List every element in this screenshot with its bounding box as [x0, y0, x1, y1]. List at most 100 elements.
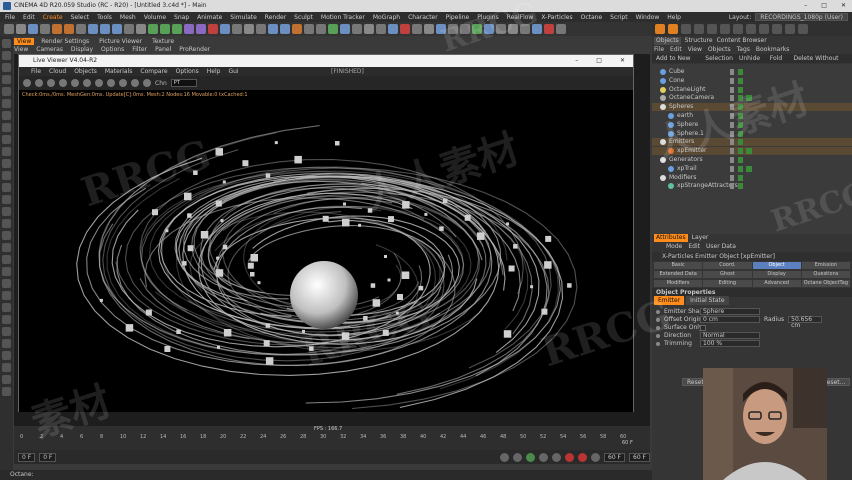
toolbar-tool-icon[interactable] — [208, 24, 218, 34]
timeline[interactable]: FPS : 166.7 0 2 4 6 8 10 12 14 16 18 20 22 24 26 28 30 3… — [14, 426, 650, 450]
left-tool-icon[interactable] — [2, 255, 11, 264]
toolbar-tool-icon[interactable] — [292, 24, 302, 34]
visibility-dots-icon[interactable] — [730, 139, 734, 146]
visibility-dots-icon[interactable] — [730, 104, 734, 111]
menu-item-character[interactable]: Character — [408, 14, 438, 21]
toolbar-tool-icon[interactable] — [520, 24, 530, 34]
left-tool-icon[interactable] — [2, 39, 11, 48]
menu-item-select[interactable]: Select — [71, 14, 90, 21]
menu-item-render[interactable]: Render — [265, 14, 286, 21]
object-name[interactable]: earth — [677, 112, 693, 120]
channel-dropdown[interactable]: PT — [170, 79, 197, 87]
sub-tab-emitter[interactable]: Emitter — [654, 296, 685, 305]
left-tool-icon[interactable] — [2, 363, 11, 372]
end-frame-field[interactable]: 60 F — [604, 452, 625, 462]
tab-structure[interactable]: Structure — [685, 37, 713, 45]
tool-icon-3[interactable] — [681, 24, 691, 34]
left-tool-icon[interactable] — [2, 351, 11, 360]
attr-group-editing[interactable]: Editing — [703, 280, 752, 287]
left-tool-icon[interactable] — [2, 387, 11, 396]
menu-item-plugins[interactable]: Plugins — [477, 14, 499, 21]
attr-group-coord[interactable]: Coord. — [703, 262, 752, 269]
enable-check-icon[interactable] — [738, 157, 743, 163]
viewport-menu-item-panel[interactable]: Panel — [155, 46, 171, 54]
object-name[interactable]: Sphere — [677, 121, 698, 129]
menu-item-file[interactable]: File — [5, 14, 15, 21]
left-tool-icon[interactable] — [2, 87, 11, 96]
attr-tab-layer[interactable]: Layer — [692, 234, 709, 242]
start-frame-field[interactable]: 0 F — [18, 452, 36, 462]
toolbar-tool-icon[interactable] — [184, 24, 194, 34]
layer-menu-item-delete-without-children[interactable]: Delete Without Children — [793, 54, 852, 71]
picker-icon[interactable] — [95, 79, 103, 87]
tool-icon-12[interactable] — [798, 24, 808, 34]
toolbar-tool-icon[interactable] — [160, 24, 170, 34]
object-name[interactable]: Generators — [669, 156, 703, 164]
toolbar-tool-icon[interactable] — [340, 24, 350, 34]
lv-menu-item-help[interactable]: Help — [207, 67, 221, 76]
toolbar-tool-icon[interactable] — [304, 24, 314, 34]
keyframe-dot-icon[interactable] — [656, 310, 660, 314]
layout-dropdown[interactable]: RECORDINGS_1080p (User) — [755, 13, 848, 21]
surface-only-checkbox[interactable] — [700, 325, 706, 331]
property-value[interactable]: 0 cm — [700, 316, 760, 323]
toolbar-tool-icon[interactable] — [28, 24, 38, 34]
object-row[interactable]: xpStrangeAttractors — [652, 182, 852, 190]
menu-item-tools[interactable]: Tools — [97, 14, 112, 21]
object-menu-item-view[interactable]: View — [688, 46, 702, 54]
toolbar-tool-icon[interactable] — [64, 24, 74, 34]
viewport-menu-item-view[interactable]: View — [14, 46, 28, 54]
menu-item-script[interactable]: Script — [610, 14, 627, 21]
object-row[interactable]: Spheres — [652, 103, 852, 112]
enable-check-icon[interactable] — [738, 104, 743, 111]
object-menu-item-tags[interactable]: Tags — [737, 46, 750, 54]
layer-menu-item-fold-all[interactable]: Fold All — [770, 54, 788, 71]
tool-icon-10[interactable] — [772, 24, 782, 34]
menu-item-mograph[interactable]: MoGraph — [373, 14, 400, 21]
property-value[interactable]: 100 % — [700, 340, 760, 347]
step-back-icon[interactable] — [513, 452, 522, 462]
menu-item-window[interactable]: Window — [636, 14, 660, 21]
lv-menu-item-cloud[interactable]: Cloud — [49, 67, 66, 76]
enable-check-icon[interactable] — [738, 113, 743, 119]
render-pause-icon[interactable] — [47, 79, 55, 87]
left-tool-icon[interactable] — [2, 291, 11, 300]
enable-check-icon[interactable] — [738, 174, 743, 181]
toolbar-tool-icon[interactable] — [388, 24, 398, 34]
left-tool-icon[interactable] — [2, 267, 11, 276]
left-tool-icon[interactable] — [2, 171, 11, 180]
object-row[interactable]: earth — [652, 112, 852, 120]
tool-icon-11[interactable] — [785, 24, 795, 34]
toolbar-tool-icon[interactable] — [280, 24, 290, 34]
attr-group-advanced[interactable]: Advanced — [752, 280, 801, 287]
lv-menu-item-objects[interactable]: Objects — [74, 67, 97, 76]
minimize-button[interactable]: – — [804, 0, 807, 12]
viewport-menu-item-filter[interactable]: Filter — [132, 46, 147, 54]
radius-field[interactable]: 50.656 cm — [788, 316, 823, 329]
keyframe-dot-icon[interactable] — [656, 318, 660, 322]
visibility-dots-icon[interactable] — [730, 86, 734, 93]
lv-minimize-button[interactable]: – — [575, 55, 578, 67]
visibility-dots-icon[interactable] — [730, 130, 734, 137]
toolbar-tool-icon[interactable] — [460, 24, 470, 34]
left-tool-icon[interactable] — [2, 159, 11, 168]
object-row[interactable]: Cone — [652, 77, 852, 85]
object-name[interactable]: Emitters — [669, 138, 694, 146]
tab-objects[interactable]: Objects — [654, 37, 681, 45]
left-tool-icon[interactable] — [2, 231, 11, 240]
left-tool-icon[interactable] — [2, 123, 11, 132]
autokey-icon[interactable] — [578, 452, 587, 462]
left-tool-icon[interactable] — [2, 111, 11, 120]
enable-check-icon[interactable] — [738, 69, 743, 75]
save-icon[interactable] — [143, 79, 151, 87]
object-name[interactable]: xpStrangeAttractors — [677, 182, 738, 190]
object-name[interactable]: xpTrail — [677, 165, 697, 173]
object-name[interactable]: Cone — [669, 77, 684, 85]
object-name[interactable]: xpEmitter — [677, 147, 707, 155]
tool-icon-1[interactable] — [655, 24, 665, 34]
toolbar-tool-icon[interactable] — [220, 24, 230, 34]
object-row[interactable]: Sphere — [652, 121, 852, 129]
toolbar-tool-icon[interactable] — [412, 24, 422, 34]
visibility-dots-icon[interactable] — [730, 183, 734, 190]
object-row[interactable]: xpEmitter — [652, 147, 852, 156]
